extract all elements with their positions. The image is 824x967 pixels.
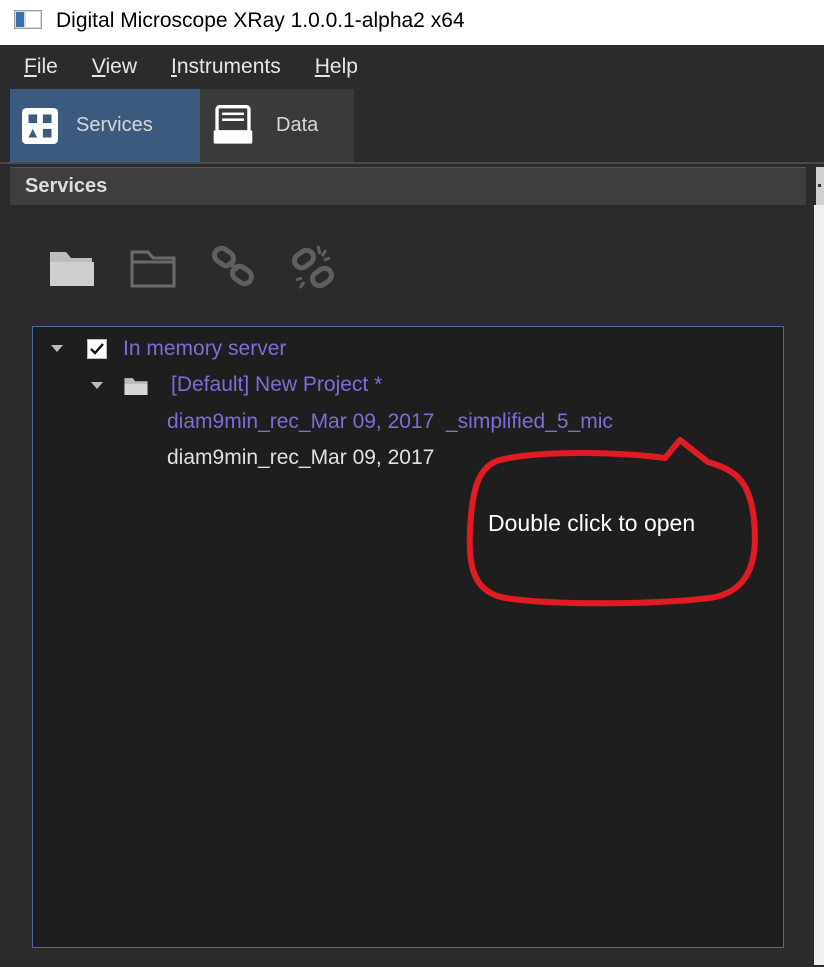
menu-instruments[interactable]: Instruments	[171, 55, 281, 79]
tree-item-dataset[interactable]: diam9min_rec_Mar 09, 2017	[167, 446, 434, 470]
menu-bar: File View Instruments Help	[0, 45, 824, 89]
server-checkbox[interactable]	[87, 339, 107, 359]
tab-data[interactable]: Data	[200, 89, 354, 162]
tab-bar: Services Data	[0, 89, 824, 164]
expand-arrow-icon[interactable]	[51, 345, 63, 352]
folder-filled-icon[interactable]	[46, 242, 98, 292]
expand-arrow-icon[interactable]	[91, 382, 103, 389]
project-folder-icon	[124, 378, 148, 395]
data-tray-icon	[213, 104, 253, 144]
menu-help[interactable]: Help	[315, 55, 358, 79]
menu-view[interactable]: View	[92, 55, 137, 79]
unlink-icon[interactable]	[288, 242, 340, 292]
title-bar: Digital Microscope XRay 1.0.0.1-alpha2 x…	[0, 0, 824, 45]
annotation-text: Double click to open	[488, 510, 696, 536]
services-grid-icon	[22, 107, 58, 144]
tree-item-project[interactable]: [Default] New Project *	[171, 373, 382, 397]
link-icon[interactable]	[208, 242, 260, 292]
menu-file[interactable]: File	[24, 55, 58, 79]
services-panel-header: Services	[10, 167, 806, 206]
tab-data-label: Data	[276, 114, 319, 136]
window-title: Digital Microscope XRay 1.0.0.1-alpha2 x…	[56, 9, 465, 32]
tree-item-server[interactable]: In memory server	[123, 337, 286, 361]
tab-services-label: Services	[76, 114, 153, 136]
panel-float-button[interactable]	[816, 167, 824, 205]
check-icon	[90, 343, 104, 355]
folder-outline-icon[interactable]	[128, 242, 180, 292]
panel-scroll-strip	[814, 205, 824, 965]
app-icon	[14, 10, 42, 29]
tab-services[interactable]: Services	[10, 89, 200, 162]
divider	[0, 162, 824, 164]
panel-title: Services	[25, 175, 108, 197]
